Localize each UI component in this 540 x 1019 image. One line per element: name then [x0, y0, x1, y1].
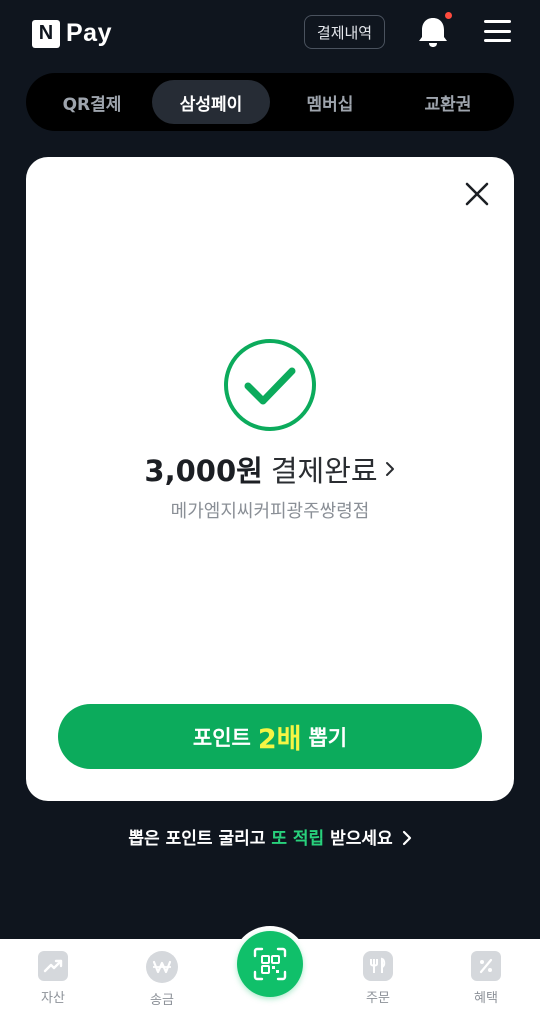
hamburger-menu-icon[interactable] — [484, 20, 512, 44]
fork-knife-icon — [363, 951, 393, 981]
logo-mark: N — [32, 19, 60, 48]
cta-prefix: 포인트 — [192, 725, 251, 750]
tab-samsung-pay[interactable]: 삼성페이 — [152, 80, 270, 124]
nav-label: 주문 — [366, 991, 390, 1006]
percent-icon — [471, 951, 501, 981]
nav-label: 자산 — [41, 991, 65, 1006]
tab-voucher[interactable]: 교환권 — [394, 80, 502, 124]
app-header: N Pay 결제내역 — [0, 0, 540, 66]
payment-summary-link[interactable]: 3,000원 결제완료 — [26, 447, 514, 491]
store-name: 메가엠지씨커피광주쌍령점 — [170, 501, 370, 522]
won-icon — [146, 951, 178, 983]
point-double-draw-button[interactable]: 포인트 2배 뽑기 — [58, 704, 482, 769]
cta-suffix: 뽑기 — [308, 725, 348, 750]
nav-assets[interactable]: 자산 — [18, 951, 88, 1006]
promo-highlight: 또 적립 — [271, 829, 325, 849]
chevron-right-icon — [402, 830, 411, 846]
nav-label: 혜택 — [474, 991, 498, 1006]
chart-up-icon — [38, 951, 68, 981]
nav-transfer[interactable]: 송금 — [127, 951, 197, 1008]
payment-result-card: 3,000원 결제완료 메가엠지씨커피광주쌍령점 포인트 2배 뽑기 — [26, 157, 514, 801]
cta-highlight: 2배 — [257, 724, 302, 755]
logo-text: Pay — [66, 19, 112, 47]
check-circle-icon — [224, 339, 316, 431]
bell-icon[interactable] — [416, 14, 450, 50]
nav-benefits[interactable]: 혜택 — [451, 951, 521, 1006]
chevron-right-icon — [385, 462, 394, 476]
qr-scan-button[interactable] — [232, 926, 308, 1002]
payment-tabs: QR결제 삼성페이 멤버십 교환권 — [26, 73, 514, 131]
promo-text-2: 받으세요 — [330, 829, 393, 849]
payment-status: 결제완료 — [270, 454, 378, 488]
nav-label: 송금 — [150, 993, 174, 1008]
tab-membership[interactable]: 멤버십 — [276, 80, 384, 124]
notification-dot — [445, 12, 452, 19]
npay-logo[interactable]: N Pay — [32, 19, 112, 48]
nav-order[interactable]: 주문 — [343, 951, 413, 1006]
payment-amount: 3,000원 — [144, 454, 263, 488]
qr-scan-icon — [237, 931, 303, 997]
tab-qr-payment[interactable]: QR결제 — [38, 80, 146, 124]
payment-history-button[interactable]: 결제내역 — [304, 15, 385, 49]
close-icon[interactable] — [462, 179, 492, 209]
promo-text-1: 뽑은 포인트 굴리고 — [128, 829, 266, 849]
promo-link[interactable]: 뽑은 포인트 굴리고 또 적립 받으세요 — [0, 824, 540, 849]
